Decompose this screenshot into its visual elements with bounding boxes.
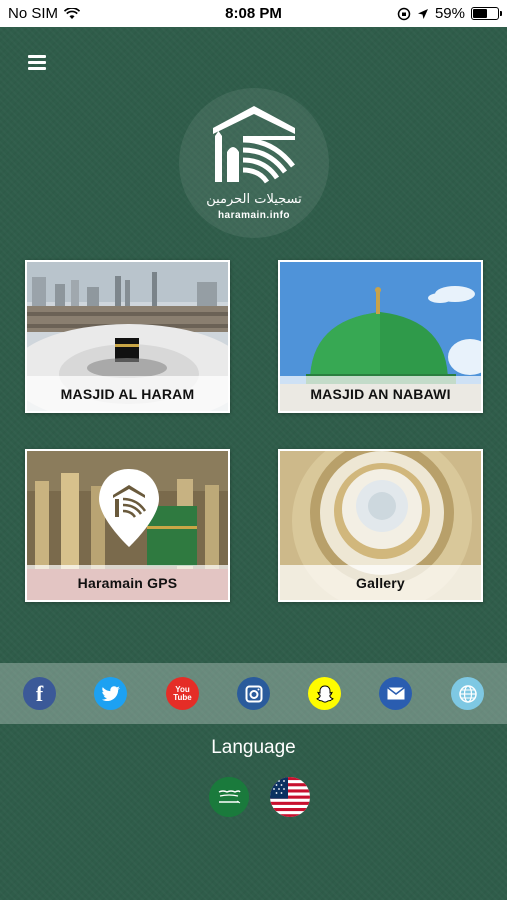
- tile-haramain-gps[interactable]: Haramain GPS: [25, 449, 230, 602]
- twitter-icon[interactable]: [94, 677, 127, 710]
- kaaba-logo-icon: [213, 106, 295, 184]
- location-arrow-icon: [417, 8, 428, 19]
- battery-fill: [473, 9, 488, 18]
- mail-icon[interactable]: [379, 677, 412, 710]
- instagram-icon[interactable]: [237, 677, 270, 710]
- battery-percent: 59%: [434, 5, 465, 22]
- battery-icon: [471, 7, 502, 20]
- tile-label: Gallery: [280, 565, 481, 600]
- logo-arabic-text: تسجيلات الحرمين: [206, 192, 302, 207]
- rotation-lock-icon: [397, 7, 411, 20]
- language-title: Language: [211, 737, 296, 758]
- saudi-flag-icon[interactable]: [209, 777, 249, 817]
- youtube-icon[interactable]: You Tube: [166, 677, 199, 710]
- tile-gallery[interactable]: Gallery: [278, 449, 483, 602]
- app-logo: تسجيلات الحرمين haramain.info: [179, 88, 329, 238]
- social-bar: f You Tube: [0, 663, 507, 724]
- hamburger-menu-icon[interactable]: [28, 55, 48, 71]
- us-flag-icon[interactable]: [270, 777, 310, 817]
- facebook-icon[interactable]: f: [23, 677, 56, 710]
- status-right: 59%: [397, 5, 502, 22]
- tile-masjid-an-nabawi[interactable]: MASJID AN NABAWI: [278, 260, 483, 413]
- tile-label: MASJID AN NABAWI: [280, 376, 481, 411]
- tile-masjid-al-haram[interactable]: MASJID AL HARAM: [25, 260, 230, 413]
- status-bar: No SIM 8:08 PM 59%: [0, 0, 507, 27]
- tile-label: Haramain GPS: [27, 565, 228, 600]
- tile-label: MASJID AL HARAM: [27, 376, 228, 411]
- snapchat-icon[interactable]: [308, 677, 341, 710]
- globe-icon[interactable]: [451, 677, 484, 710]
- app-screen: تسجيلات الحرمين haramain.info MASJID AL …: [0, 27, 507, 900]
- logo-caption: haramain.info: [217, 210, 291, 221]
